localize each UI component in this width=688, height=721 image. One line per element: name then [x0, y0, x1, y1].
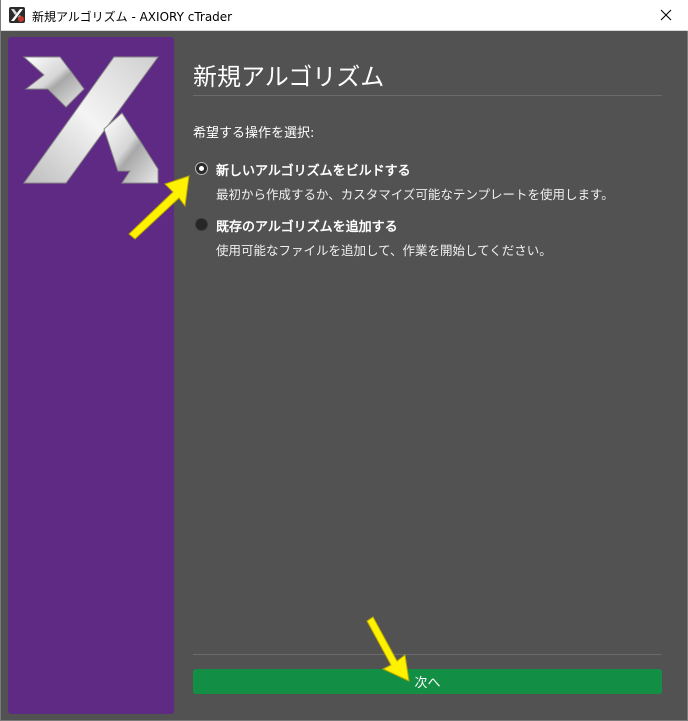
axiory-x-logo — [22, 55, 162, 191]
option-description: 最初から作成するか、カスタマイズ可能なテンプレートを使用します。 — [216, 187, 614, 202]
window-title: 新規アルゴリズム - AXIORY cTrader — [32, 10, 233, 24]
radio-build-new[interactable] — [195, 162, 208, 175]
title-bar: 新規アルゴリズム - AXIORY cTrader — [1, 0, 688, 31]
annotation-arrow-icon — [366, 616, 410, 682]
divider — [193, 95, 662, 96]
dialog-window: 新規アルゴリズム - AXIORY cTrader 新規アルゴリズム 希望する操… — [0, 0, 688, 721]
radio-add-existing[interactable] — [195, 218, 208, 231]
next-button-label: 次へ — [414, 676, 441, 691]
close-button[interactable] — [643, 0, 688, 30]
option-label: 新しいアルゴリズムをビルドする — [216, 164, 411, 179]
divider — [193, 654, 662, 655]
page-title: 新規アルゴリズム — [193, 63, 385, 91]
next-button[interactable]: 次へ — [193, 669, 662, 694]
option-label: 既存のアルゴリズムを追加する — [216, 220, 398, 235]
choose-action-prompt: 希望する操作を選択: — [193, 126, 315, 141]
side-banner — [8, 37, 174, 714]
close-icon — [660, 6, 672, 25]
app-icon — [9, 7, 25, 23]
option-description: 使用可能なファイルを追加して、作業を開始してください。 — [216, 243, 552, 258]
annotation-arrow-icon — [128, 175, 190, 240]
